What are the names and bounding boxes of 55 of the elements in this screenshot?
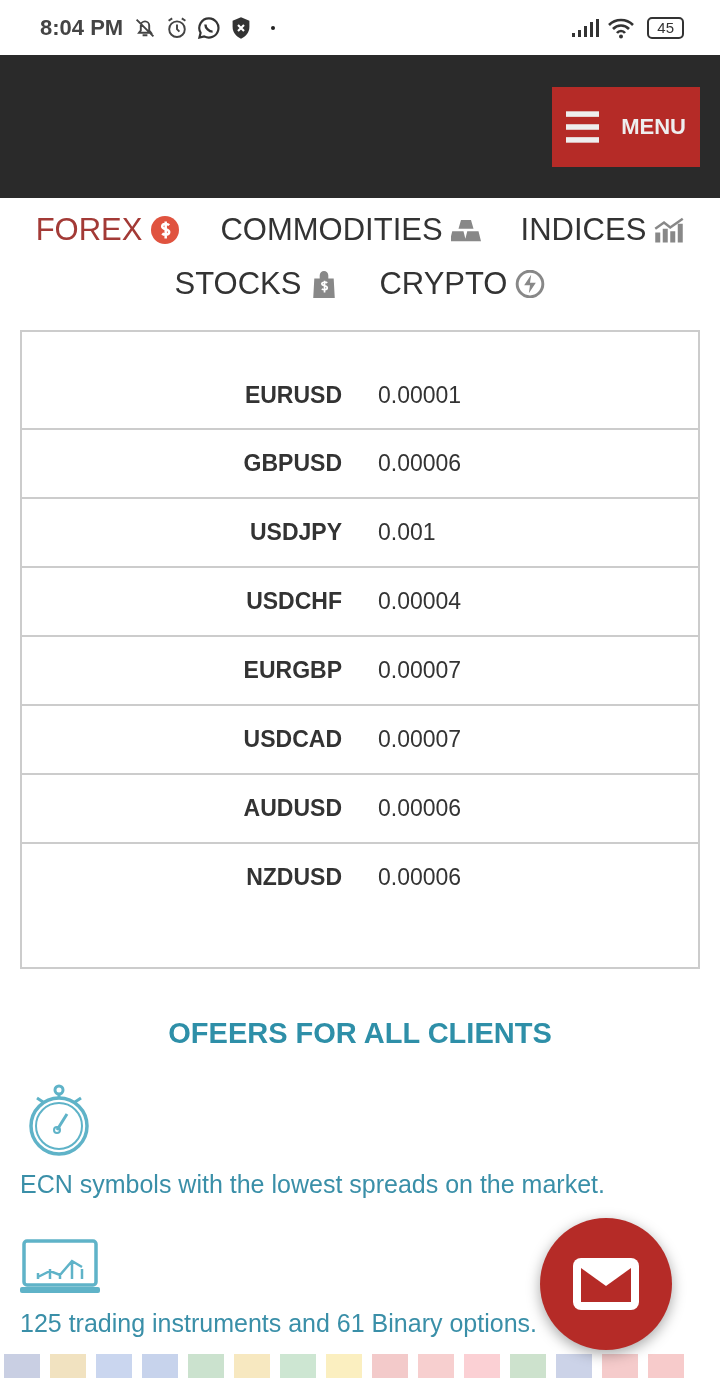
flag-icon[interactable] [142, 1354, 178, 1378]
flag-icon[interactable] [372, 1354, 408, 1378]
laptop-chart-icon [20, 1239, 100, 1295]
dollar-icon [150, 216, 181, 244]
spread-cell-text: 0.00006 [378, 795, 463, 822]
symbol-cell-text: EURGBP [242, 657, 342, 684]
category-tab[interactable]: CRYPTO [379, 266, 546, 302]
spread-cell-text: 0.00006 [378, 450, 463, 477]
symbol-cell-text: USDCHF [245, 588, 342, 615]
wifi-icon [607, 16, 636, 39]
signal-icon [571, 16, 600, 39]
flag-icon[interactable] [510, 1354, 546, 1378]
offer-text: ECN symbols with the lowest spreads on the market. [20, 1170, 606, 1199]
lightning-icon [515, 270, 546, 298]
flag-icon[interactable] [326, 1354, 362, 1378]
symbol-cell-text: USDJPY [248, 519, 342, 546]
spread-cell-text: 0.00004 [378, 588, 463, 615]
chat-icon [197, 15, 222, 40]
spread-cell-text: 0.00007 [378, 726, 463, 753]
flag-icon[interactable] [648, 1354, 684, 1378]
flag-icon[interactable] [464, 1354, 500, 1378]
spread-cell-text: 0.001 [378, 519, 437, 546]
spread-cell-text: 0.00006 [378, 864, 463, 891]
symbol-cell-text: EURUSD [243, 382, 342, 409]
dot-icon [271, 25, 276, 30]
menu-label: MENU [621, 114, 686, 140]
envelope-icon [571, 1256, 641, 1312]
category-tab[interactable]: STOCKS [174, 266, 340, 302]
category-tab[interactable]: FOREX [35, 212, 181, 248]
flag-icon[interactable] [418, 1354, 454, 1378]
menu-icon [566, 110, 600, 144]
section-heading: OFEERS FOR ALL CLIENTS [167, 1017, 553, 1050]
flag-icon[interactable] [602, 1354, 638, 1378]
category-tab[interactable]: INDICES [520, 212, 685, 248]
spread-cell-text: 0.00007 [378, 657, 463, 684]
flag-icon[interactable] [50, 1354, 86, 1378]
category-tab[interactable]: COMMODITIES [220, 212, 481, 248]
stopwatch-icon [26, 1084, 92, 1156]
battery-indicator: 45 [647, 16, 684, 39]
flag-icon[interactable] [280, 1354, 316, 1378]
mail-button[interactable] [540, 1218, 672, 1350]
spread-cell-text: 0.00001 [378, 382, 463, 409]
flag-icon[interactable] [188, 1354, 224, 1378]
menu-button[interactable]: MENU [552, 87, 700, 167]
offer-text: 125 trading instruments and 61 Binary options. [20, 1309, 538, 1338]
symbol-cell-text: NZDUSD [245, 864, 342, 891]
flag-icon[interactable] [556, 1354, 592, 1378]
flag-icon[interactable] [4, 1354, 40, 1378]
symbol-cell-text: USDCAD [242, 726, 342, 753]
status-time: 8:04 PM [40, 14, 124, 41]
symbol-cell-text: AUDUSD [242, 795, 342, 822]
symbol-cell-text: GBPUSD [242, 450, 342, 477]
flag-icon[interactable] [96, 1354, 132, 1378]
flag-icon[interactable] [234, 1354, 270, 1378]
chart-icon [654, 216, 685, 244]
